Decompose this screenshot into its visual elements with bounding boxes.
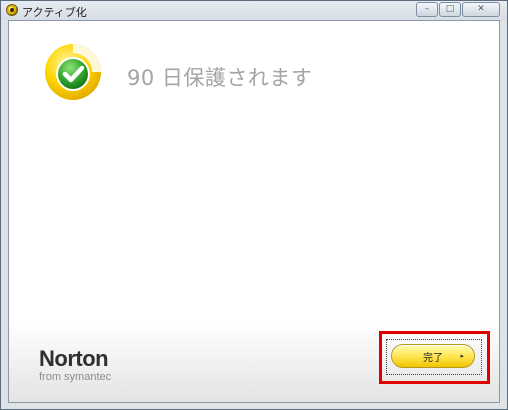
activation-window: アクティブ化 – □ ✕ 90 日保護されます Norton from syma…: [0, 0, 508, 410]
protection-message: 90 日保護されます: [127, 66, 313, 90]
done-button-label: 完了: [423, 352, 443, 364]
maximize-button[interactable]: □: [439, 2, 461, 17]
minimize-button[interactable]: –: [416, 2, 438, 17]
check-shield-icon: [45, 44, 101, 100]
content-panel: 90 日保護されます Norton from symantec 完了 ▸: [8, 20, 500, 403]
norton-app-icon: [6, 4, 18, 16]
norton-wordmark: Norton: [39, 346, 109, 371]
close-button[interactable]: ✕: [462, 2, 500, 17]
title-bar[interactable]: アクティブ化 – □ ✕: [1, 1, 507, 20]
window-title: アクティブ化: [22, 6, 87, 19]
norton-logo: Norton from symantec: [39, 346, 112, 384]
arrow-right-icon: ▸: [460, 352, 464, 360]
done-button[interactable]: 完了 ▸: [391, 344, 475, 368]
window-controls: – □ ✕: [416, 2, 500, 17]
symantec-tagline: from symantec: [39, 371, 112, 383]
